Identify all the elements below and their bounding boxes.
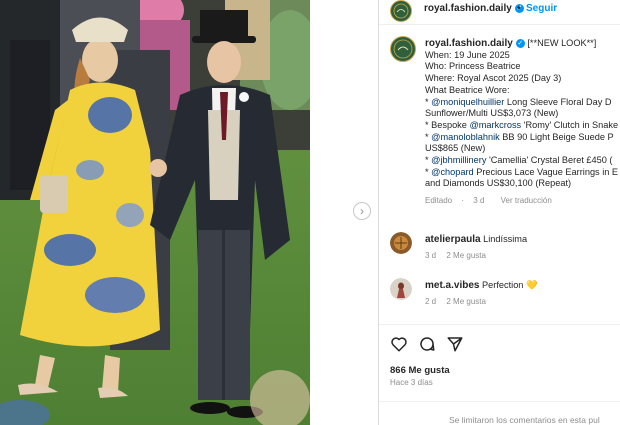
mention-link[interactable]: @jbhmillinery: [431, 155, 486, 165]
post-time-ago: Hace 3 días: [390, 378, 433, 387]
caption-item-earrings: * @chopard Precious Lace Vague Earrings …: [425, 167, 620, 179]
mention-link[interactable]: @manoloblahnik: [431, 132, 500, 142]
caption-item-dress-cont: Sunflower/Multi US$3,073 (New): [425, 108, 559, 119]
caption-meta: Editado · 3 d Ver traducción: [425, 195, 620, 207]
author-username[interactable]: royal.fashion.daily ✓: [424, 3, 524, 14]
chevron-right-icon: ›: [360, 204, 364, 218]
footer-divider: [379, 401, 620, 402]
post-photo[interactable]: [0, 0, 310, 425]
item-text: BB 90 Light Beige Suede P: [499, 131, 614, 142]
caption-item-earrings-cont: and Diamonds US$30,100 (Repeat): [425, 178, 572, 189]
caption-author-avatar[interactable]: [390, 36, 416, 62]
caption-item-clutch: * Bespoke @markcross 'Romy' Clutch in Sn…: [425, 120, 620, 132]
comment-likes[interactable]: 2 Me gusta: [446, 251, 486, 260]
likes-count[interactable]: 866 Me gusta: [390, 365, 450, 376]
commenter-avatar[interactable]: [390, 232, 412, 254]
follow-button[interactable]: Seguir: [526, 3, 557, 14]
item-text: Long Sleeve Floral Day D: [504, 96, 612, 107]
item-text: 'Romy' Clutch in Snake: [521, 119, 619, 130]
header-separator-dot: •: [517, 3, 521, 14]
comment-body: Lindíssima: [483, 234, 528, 244]
item-text: 'Camellia' Crystal Beret £450 (: [486, 155, 613, 166]
caption-item-shoes: * @manoloblahnik BB 90 Light Beige Suede…: [425, 132, 620, 144]
edited-label: Editado · 3 d: [425, 196, 485, 206]
photo-illustration: [0, 0, 310, 425]
caption-where: Where: Royal Ascot 2025 (Day 3): [425, 73, 562, 84]
comment-text: atelierpaula Lindíssima: [425, 234, 527, 245]
caption-author-logo: [392, 38, 414, 60]
comment-time: 3 d: [425, 251, 437, 260]
author-logo: [392, 2, 410, 20]
actions-divider: [379, 324, 620, 325]
comment-time: 2 d: [425, 297, 437, 306]
caption-what: What Beatrice Wore:: [425, 84, 510, 95]
caption-username[interactable]: royal.fashion.daily: [425, 38, 513, 49]
comment-meta: 2 d 2 Me gusta: [425, 297, 494, 306]
comment-likes[interactable]: 2 Me gusta: [446, 297, 486, 306]
commenter-username[interactable]: met.a.vibes: [425, 280, 479, 291]
comment-bubble-icon[interactable]: [418, 335, 436, 353]
item-bullet: * Bespoke: [425, 119, 470, 130]
item-text: Precious Lace Vague Earrings in E: [473, 166, 619, 177]
comments-limited-notice: Se limitaron los comentarios en esta pul: [449, 415, 600, 425]
caption-title: [**NEW LOOK**]: [527, 38, 597, 48]
yellow-heart-emoji: 💛: [525, 280, 538, 290]
see-translation-link[interactable]: Ver traducción: [501, 196, 552, 205]
post-side-panel: royal.fashion.daily ✓ • Seguir royal.fash…: [379, 0, 620, 425]
mention-link[interactable]: @markcross: [469, 120, 521, 130]
next-photo-button[interactable]: ›: [353, 202, 371, 220]
caption-when: When: 19 June 2025: [425, 49, 510, 60]
caption-item-shoes-cont: US$865 (New): [425, 143, 486, 154]
caption-verified-badge-icon: ✓: [515, 39, 525, 49]
paper-plane-icon[interactable]: [446, 335, 464, 353]
commenter-username[interactable]: atelierpaula: [425, 234, 481, 245]
caption-text: royal.fashion.daily ✓ [**NEW LOOK**] When…: [425, 38, 620, 207]
comment-meta: 3 d 2 Me gusta: [425, 251, 494, 260]
comment-body: Perfection: [482, 280, 524, 290]
commenter-avatar[interactable]: [390, 278, 412, 300]
author-avatar[interactable]: [390, 0, 412, 22]
caption-item-hat: * @jbhmillinery 'Camellia' Crystal Beret…: [425, 155, 620, 167]
comment-text: met.a.vibes Perfection 💛: [425, 280, 537, 291]
caption-item-dress: * @moniquelhuillier Long Sleeve Floral D…: [425, 97, 620, 109]
mention-link[interactable]: @moniquelhuillier: [431, 97, 504, 107]
header-divider: [379, 24, 620, 25]
post-header: royal.fashion.daily ✓ • Seguir: [379, 0, 620, 24]
mention-link[interactable]: @chopard: [431, 167, 474, 177]
caption-who: Who: Princess Beatrice: [425, 61, 521, 72]
heart-icon[interactable]: [390, 335, 408, 353]
